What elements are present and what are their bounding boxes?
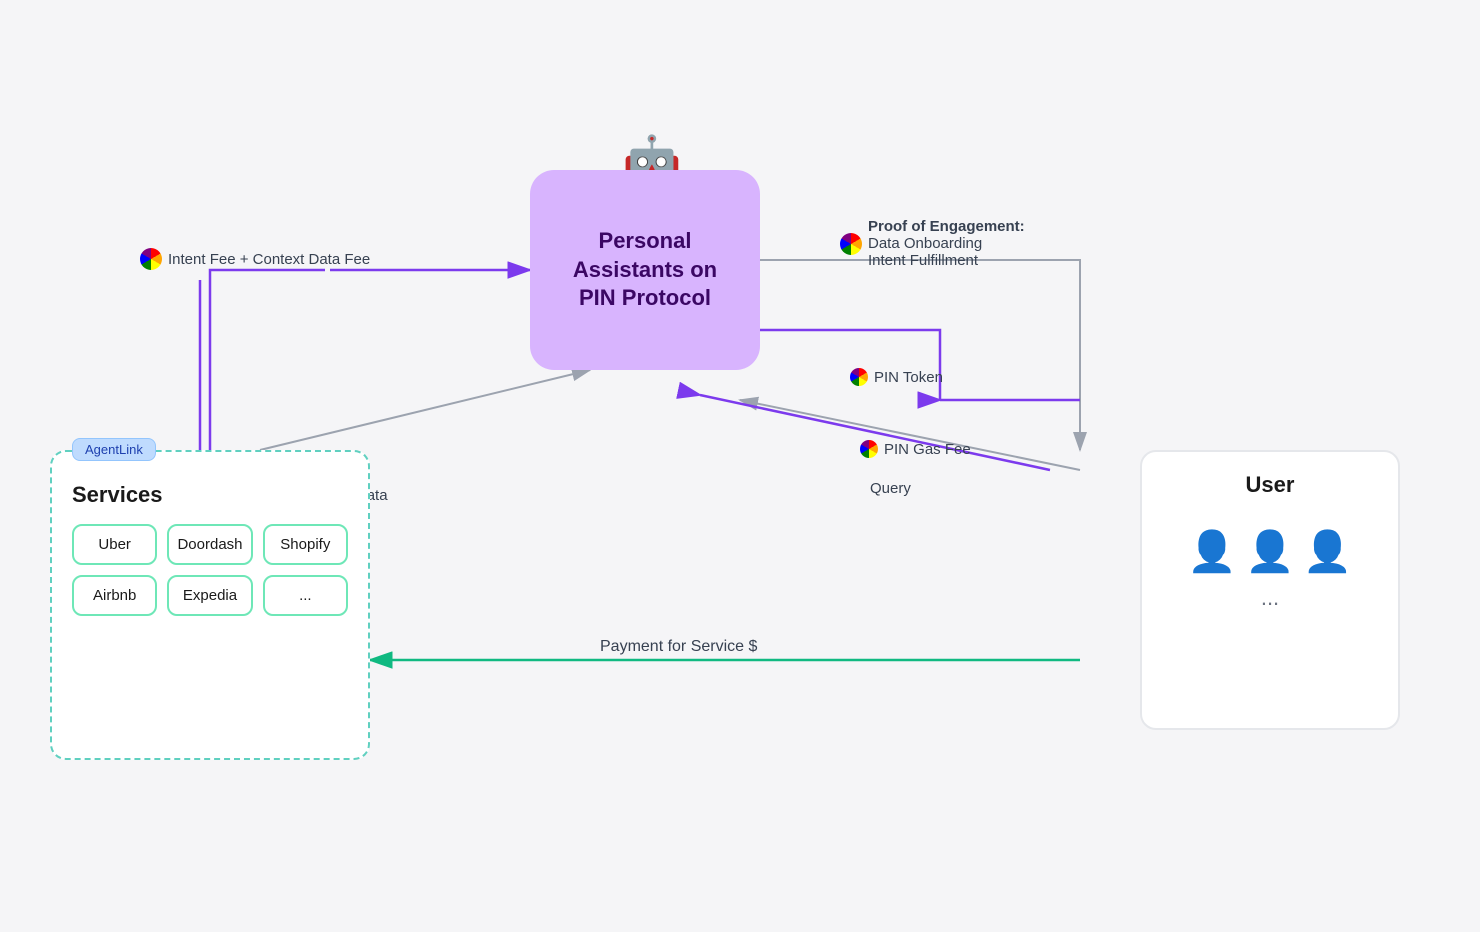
data-onboarding-label: Data Onboarding	[868, 235, 1025, 252]
service-more: ...	[263, 575, 348, 616]
rainbow-icon-1	[140, 248, 162, 270]
service-doordash: Doordash	[167, 524, 252, 565]
payment-label: Payment for Service $	[600, 638, 757, 656]
rainbow-icon-2	[840, 233, 862, 255]
diagram-container: 🤖 Personal Assistants on PIN Protocol In…	[0, 0, 1480, 932]
services-grid: Uber Doordash Shopify Airbnb Expedia ...	[72, 524, 348, 616]
service-uber: Uber	[72, 524, 157, 565]
user-box-title: User	[1246, 472, 1295, 498]
intent-fee-label: Intent Fee + Context Data Fee	[140, 248, 370, 270]
service-expedia: Expedia	[167, 575, 252, 616]
user-dots: ...	[1261, 585, 1279, 611]
user-icon-1: 👤	[1187, 528, 1237, 575]
rainbow-icon-4	[860, 440, 878, 458]
service-airbnb: Airbnb	[72, 575, 157, 616]
services-title: Services	[72, 482, 348, 508]
proof-of-engagement-label: Proof of Engagement: Data Onboarding Int…	[840, 218, 1025, 269]
rainbow-icon-3	[850, 368, 868, 386]
user-icon-3: 👤	[1303, 528, 1353, 575]
user-icons: 👤 👤 👤	[1187, 528, 1352, 575]
service-shopify: Shopify	[263, 524, 348, 565]
pin-gas-fee-label: PIN Gas Fee	[860, 440, 971, 458]
user-box: User 👤 👤 👤 ...	[1140, 450, 1400, 730]
agentlink-badge: AgentLink	[72, 438, 156, 461]
pin-token-label: PIN Token	[850, 368, 943, 386]
services-box: AgentLink Services Uber Doordash Shopify…	[50, 450, 370, 760]
query-label: Query	[870, 480, 911, 497]
pa-box-title: Personal Assistants on PIN Protocol	[573, 227, 717, 313]
intent-fulfillment-label: Intent Fulfillment	[868, 252, 1025, 269]
proof-label-line1: Proof of Engagement:	[868, 218, 1025, 235]
pa-box: Personal Assistants on PIN Protocol	[530, 170, 760, 370]
user-icon-2: 👤	[1245, 528, 1295, 575]
